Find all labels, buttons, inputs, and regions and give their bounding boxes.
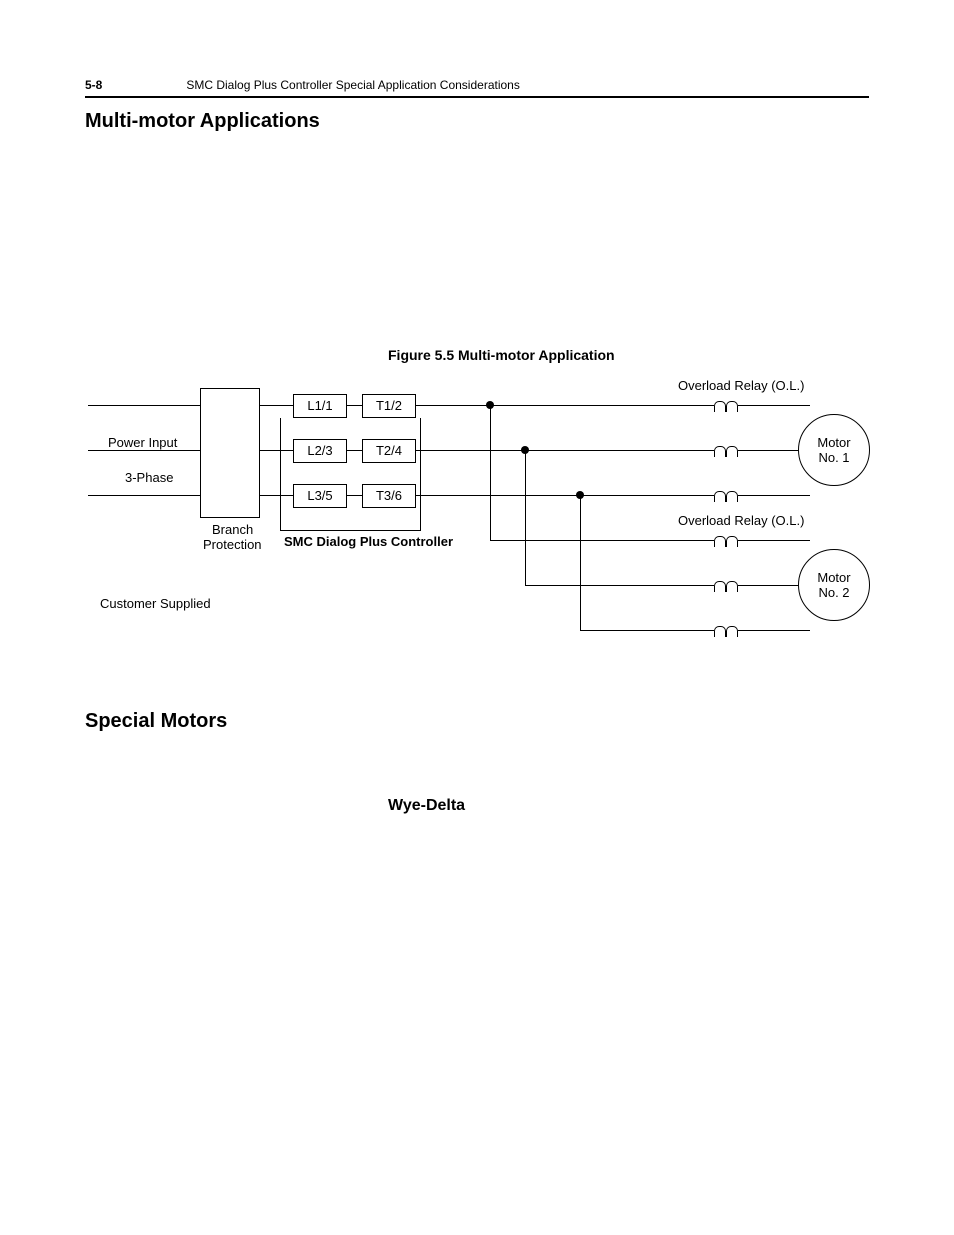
overload-relay-icon — [714, 442, 738, 458]
wire — [416, 405, 714, 406]
motor-2: Motor No. 2 — [798, 549, 870, 621]
overload-relay-icon — [714, 532, 738, 548]
wire — [347, 405, 362, 406]
terminal-T3: T3/6 — [362, 484, 416, 508]
overload-relay-icon — [714, 622, 738, 638]
wire — [738, 585, 798, 586]
page: 5-8 SMC Dialog Plus Controller Special A… — [0, 0, 954, 1235]
heading-multi-motor: Multi-motor Applications — [85, 110, 320, 133]
wire — [525, 450, 526, 585]
terminal-L3: L3/5 — [293, 484, 347, 508]
overload-relay-icon — [714, 397, 738, 413]
wire — [347, 495, 362, 496]
branch-protection-shape — [200, 388, 260, 518]
wire — [260, 450, 293, 451]
wire — [490, 405, 491, 540]
label-branch-protection-l1: Branch — [212, 522, 253, 537]
wire — [580, 495, 581, 630]
wire — [738, 495, 810, 496]
header-rule — [85, 96, 869, 98]
motor-1-label-b: No. 1 — [818, 450, 849, 465]
wire — [525, 585, 714, 586]
label-power-input: Power Input — [108, 435, 177, 450]
wire — [347, 450, 362, 451]
wire — [88, 405, 200, 406]
label-overload-bottom: Overload Relay (O.L.) — [678, 513, 804, 528]
motor-2-label-a: Motor — [817, 570, 850, 585]
page-number: 5-8 — [85, 78, 102, 92]
wire — [738, 630, 810, 631]
controller-outline — [420, 418, 421, 531]
controller-outline — [280, 530, 421, 531]
wire — [490, 540, 714, 541]
wire — [738, 450, 798, 451]
wire — [738, 540, 810, 541]
figure-caption: Figure 5.5 Multi-motor Application — [388, 347, 615, 363]
motor-1: Motor No. 1 — [798, 414, 870, 486]
wire — [580, 630, 714, 631]
page-header: 5-8 SMC Dialog Plus Controller Special A… — [85, 78, 869, 96]
wire — [738, 405, 810, 406]
label-customer-supplied: Customer Supplied — [100, 596, 211, 611]
heading-special-motors: Special Motors — [85, 710, 227, 733]
wire — [260, 495, 293, 496]
label-three-phase: 3-Phase — [125, 470, 173, 485]
label-branch-protection-l2: Protection — [203, 537, 262, 552]
motor-1-label-a: Motor — [817, 435, 850, 450]
header-title: SMC Dialog Plus Controller Special Appli… — [186, 78, 520, 92]
label-controller: SMC Dialog Plus Controller — [284, 534, 453, 549]
terminal-L1: L1/1 — [293, 394, 347, 418]
wire — [88, 450, 200, 451]
terminal-T2: T2/4 — [362, 439, 416, 463]
heading-wye-delta: Wye-Delta — [388, 797, 465, 815]
terminal-L2: L2/3 — [293, 439, 347, 463]
overload-relay-icon — [714, 487, 738, 503]
terminal-T1: T1/2 — [362, 394, 416, 418]
label-overload-top: Overload Relay (O.L.) — [678, 378, 804, 393]
wire — [416, 450, 714, 451]
wire — [88, 495, 200, 496]
wire — [416, 495, 714, 496]
overload-relay-icon — [714, 577, 738, 593]
controller-outline — [280, 418, 281, 531]
motor-2-label-b: No. 2 — [818, 585, 849, 600]
wire — [260, 405, 293, 406]
